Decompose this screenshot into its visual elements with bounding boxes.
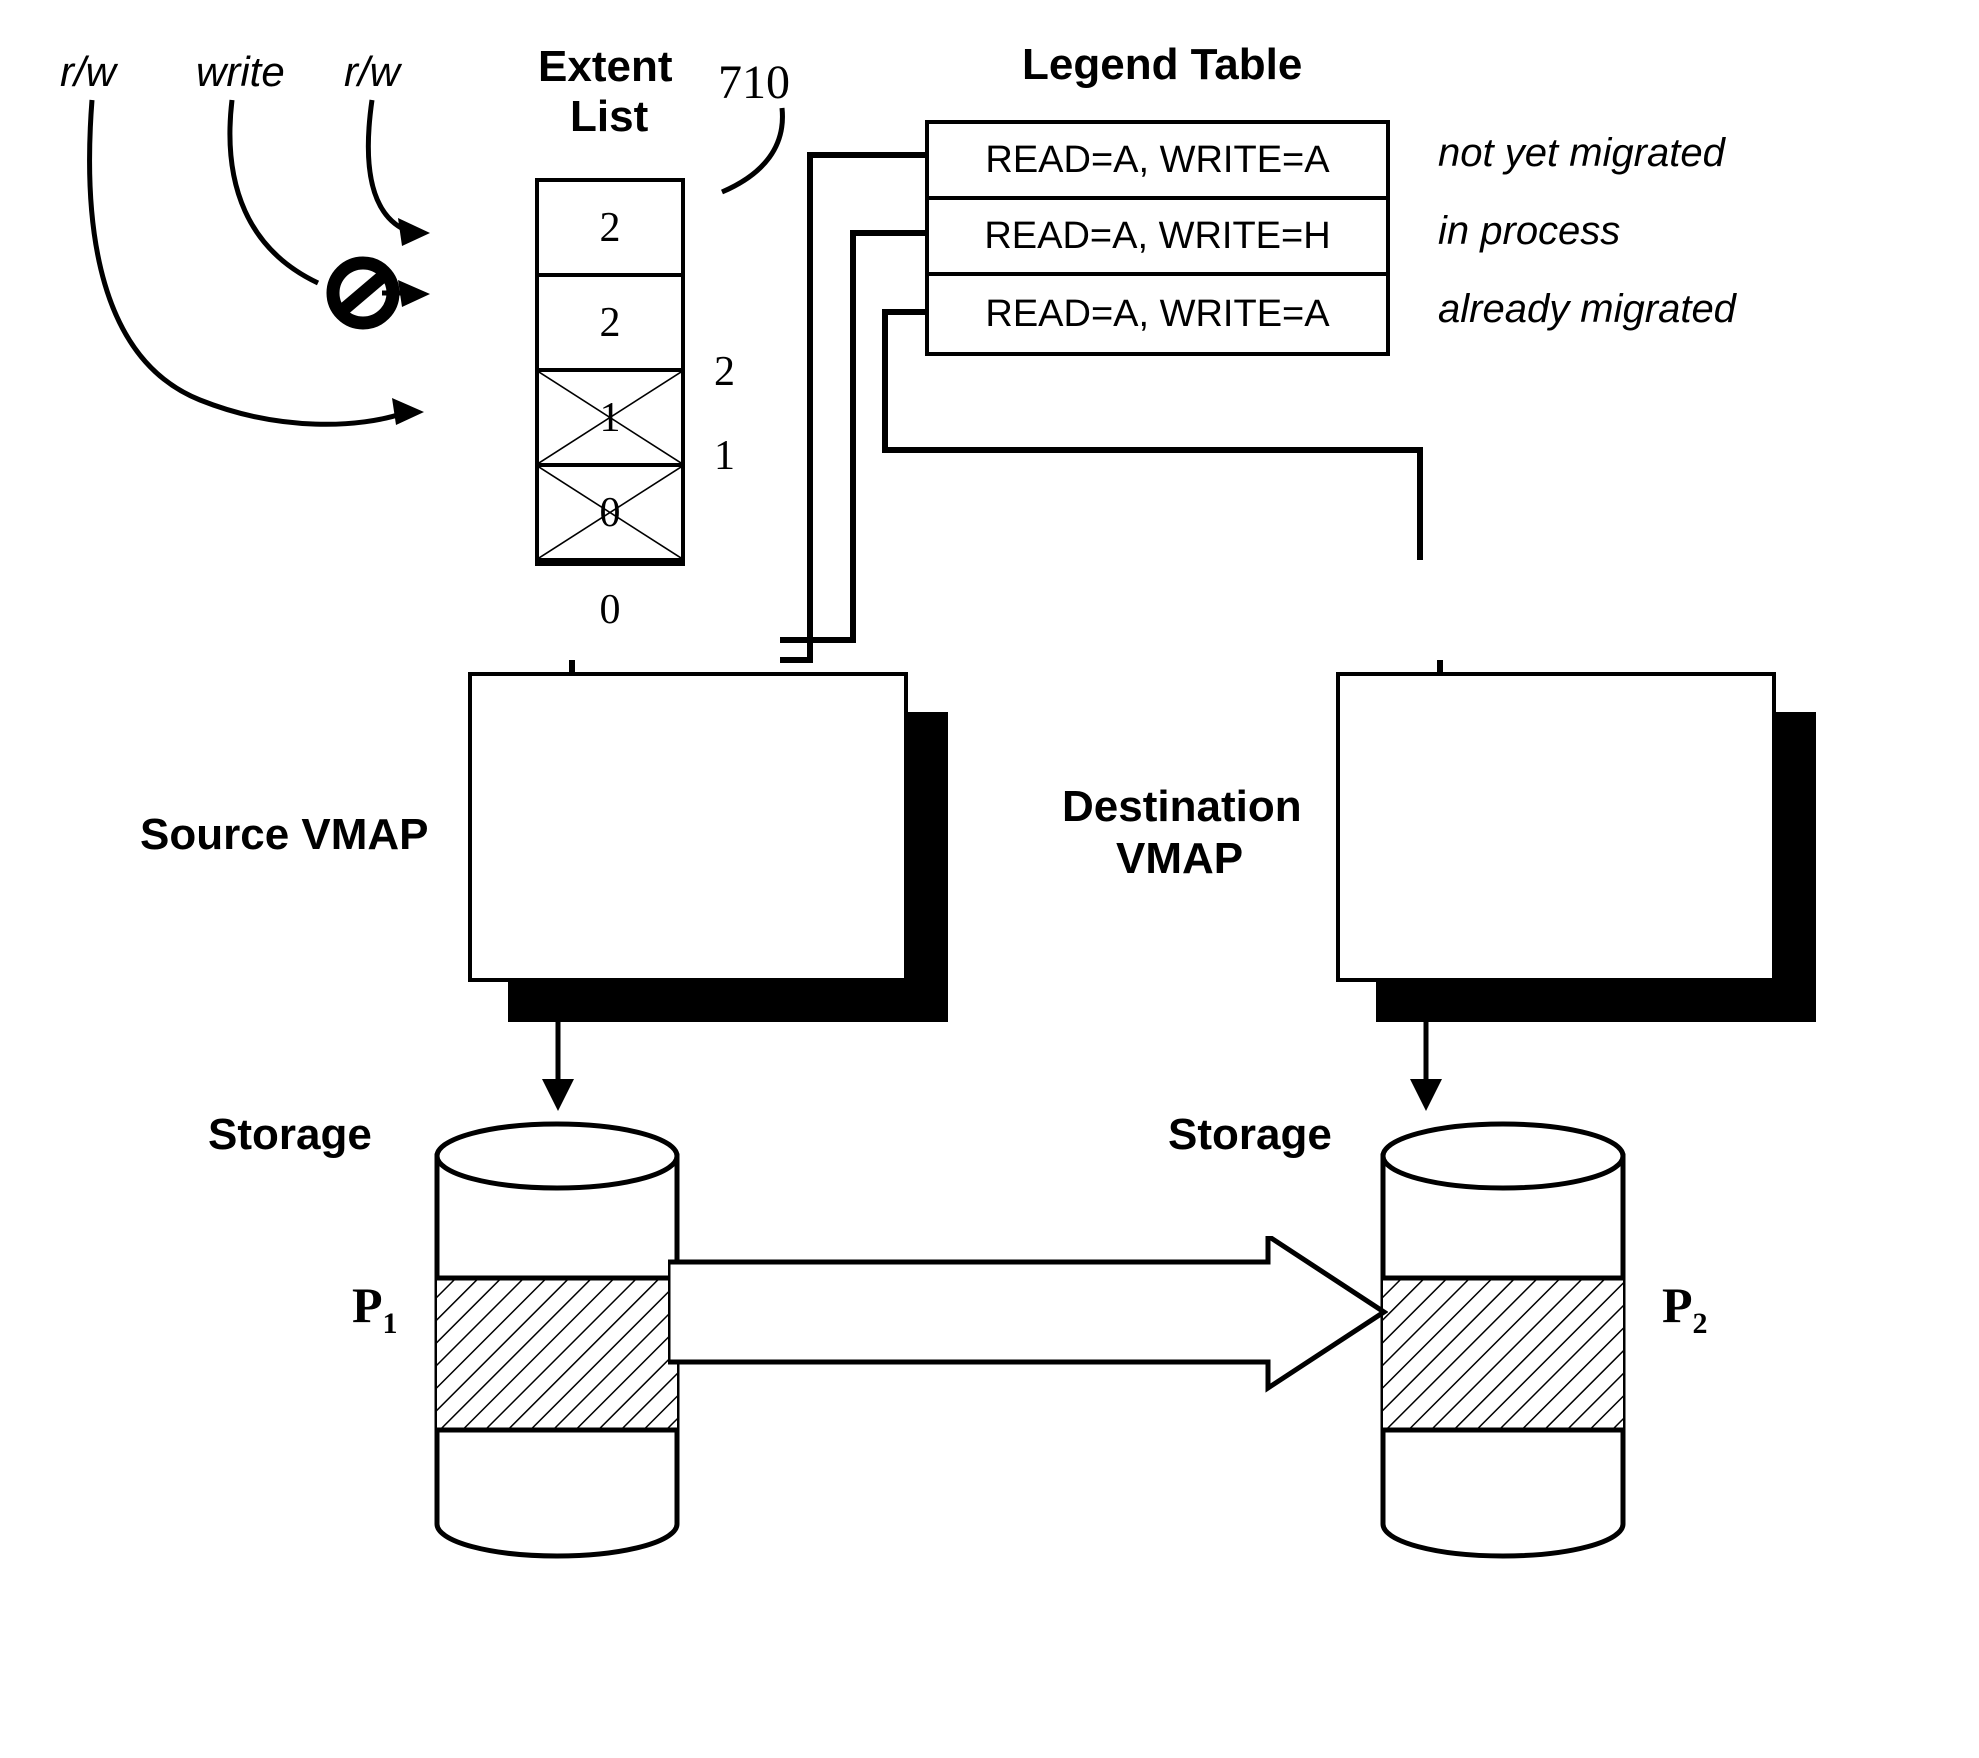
- destination-storage-label: Storage: [1168, 1110, 1332, 1159]
- extent-cell-1[interactable]: 2: [539, 277, 681, 372]
- destination-disk-subscript: 2: [1692, 1307, 1708, 1340]
- extent-cell-value: 2: [599, 204, 621, 251]
- extent-list-title-line2: List: [570, 92, 649, 141]
- extent-list-title-line1: Extent: [538, 42, 673, 91]
- source-disk-label: P1: [352, 1276, 398, 1341]
- source-vmap-front: [468, 672, 908, 982]
- migration-arrow: [668, 1236, 1388, 1393]
- no-write-prohibited-icon: [326, 256, 400, 330]
- destination-storage-cylinder[interactable]: [1378, 1120, 1628, 1560]
- destination-vmap-box[interactable]: [1336, 672, 1816, 1022]
- legend-table-title: Legend Table: [1022, 40, 1303, 89]
- extent-side-marker-1: 1: [714, 433, 735, 479]
- legend-to-vmap-connectors: [780, 152, 1423, 663]
- extent-cell-value: 1: [599, 394, 621, 441]
- destination-vmap-front: [1336, 672, 1776, 982]
- source-vmap-box[interactable]: [468, 672, 948, 1022]
- source-vmap-label: Source VMAP: [140, 810, 429, 859]
- destination-vmap-label-line1: Destination: [1062, 782, 1302, 831]
- source-storage-label: Storage: [208, 1110, 372, 1159]
- extent-list[interactable]: 2 2 1 0 0: [535, 178, 685, 633]
- extent-cell-value: 0: [599, 586, 621, 633]
- destination-disk-label: P2: [1662, 1276, 1708, 1341]
- destination-vmap-label-line2: VMAP: [1116, 834, 1244, 883]
- extent-cell-value: 0: [599, 489, 621, 536]
- source-disk-subscript: 1: [382, 1307, 398, 1340]
- extent-cell-2[interactable]: 1: [539, 372, 681, 467]
- vmap-to-storage-arrows: [542, 995, 1442, 1111]
- extent-cell-3[interactable]: 0: [539, 467, 681, 562]
- extent-cell-value: 2: [599, 299, 621, 346]
- extent-cell-0[interactable]: 2: [539, 182, 681, 277]
- extent-side-marker-2: 2: [714, 349, 735, 395]
- source-disk-letter: P: [352, 1277, 383, 1333]
- source-storage-cylinder[interactable]: [432, 1120, 682, 1560]
- destination-disk-letter: P: [1662, 1277, 1693, 1333]
